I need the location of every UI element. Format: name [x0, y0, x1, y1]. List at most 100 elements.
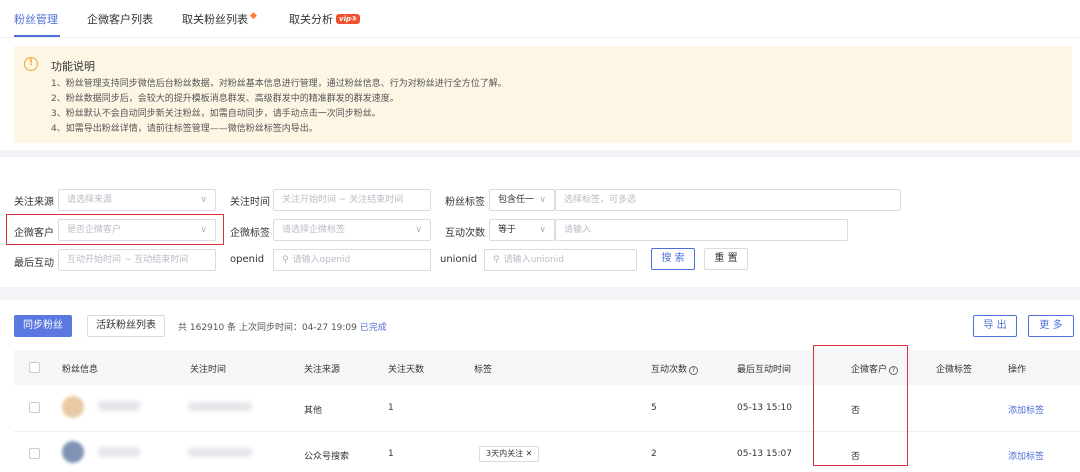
fan-tag-chip-label: 3天内关注 — [486, 449, 524, 458]
follow-time-placeholder: 关注开始时间 ~ 关注结束时间 — [282, 195, 404, 205]
fan-nickname — [98, 401, 140, 411]
search-icon: ⚲ — [493, 255, 500, 265]
tab-bar: 粉丝管理 企微客户列表 取关粉丝列表 ◆ 取关分析 vip③ — [0, 0, 1080, 38]
col-follow-source: 关注来源 — [304, 365, 341, 375]
chevron-down-icon: ∨ — [415, 225, 422, 235]
search-icon: ⚲ — [282, 255, 289, 265]
fan-tag-select[interactable]: 选择标签，可多选 — [555, 189, 901, 211]
interact-count-placeholder: 请输入 — [564, 225, 592, 235]
follow-days-value: 1 — [388, 403, 394, 413]
tab-wecom-customers[interactable]: 企微客户列表 — [87, 11, 153, 27]
col-fan-info: 粉丝信息 — [62, 365, 99, 375]
notice-title: 功能说明 — [51, 60, 95, 73]
wecom-tag-select[interactable]: 请选择企微标签 ∨ — [273, 219, 431, 241]
openid-label: openid — [230, 254, 265, 265]
wecom-tag-placeholder: 请选择企微标签 — [282, 225, 346, 235]
follow-time-value — [188, 402, 252, 411]
export-button[interactable]: 导 出 — [973, 315, 1017, 337]
follow-source-value: 其他 — [304, 406, 323, 416]
last-interact-value: 05-13 15:07 — [737, 449, 792, 459]
col-last-interact: 最后互动时间 — [737, 365, 792, 375]
fan-tag-label: 粉丝标签 — [445, 197, 485, 208]
interact-count-value: 2 — [651, 449, 657, 459]
table-panel: 同步粉丝 活跃粉丝列表 共 162910 条 上次同步时间：04-27 19:0… — [0, 300, 1080, 472]
chevron-down-icon: ∨ — [200, 195, 207, 205]
col-follow-time: 关注时间 — [190, 365, 227, 375]
row-checkbox[interactable] — [29, 402, 40, 413]
notice-line-4: 4、如需导出粉丝详情，请前往标签管理——微信粉丝标签内导出。 — [51, 124, 318, 134]
interact-count-input[interactable]: 请输入 — [555, 219, 848, 241]
fan-tag-placeholder: 选择标签，可多选 — [564, 195, 637, 205]
sync-summary: 共 162910 条 上次同步时间：04-27 19:09 已完成 — [178, 320, 387, 333]
last-interact-value: 05-13 15:10 — [737, 403, 792, 413]
avatar — [62, 396, 84, 418]
vip-badge: vip③ — [336, 14, 360, 24]
select-all-checkbox[interactable] — [29, 362, 40, 373]
close-icon[interactable]: ✕ — [526, 449, 533, 458]
hot-icon: ◆ — [250, 11, 257, 21]
fan-tag-mode-select[interactable]: 包含任一 ∨ — [489, 189, 555, 211]
active-fans-list-button[interactable]: 活跃粉丝列表 — [87, 315, 165, 337]
chevron-down-icon: ∨ — [539, 195, 546, 205]
table-header — [14, 350, 1080, 385]
openid-input[interactable]: ⚲ 请输入openid — [273, 249, 431, 271]
unionid-label: unionid — [440, 254, 478, 265]
col-interact-count-label: 互动次数 — [651, 365, 688, 375]
source-placeholder: 请选择来源 — [67, 195, 113, 205]
sync-status: 已完成 — [359, 323, 387, 333]
row-divider — [14, 431, 1080, 432]
last-interact-range[interactable]: 互动开始时间 ~ 互动结束时间 — [58, 249, 216, 271]
tab-fan-management[interactable]: 粉丝管理 — [14, 11, 58, 27]
col-follow-days: 关注天数 — [388, 365, 425, 375]
notice-line-1: 1、粉丝管理支持同步微信后台粉丝数据，对粉丝基本信息进行管理，通过粉丝信息、行为… — [51, 79, 507, 89]
tab-unfollowed-fans[interactable]: 取关粉丝列表 ◆ — [182, 11, 259, 27]
wecom-tag-label: 企微标签 — [230, 228, 270, 239]
interact-count-op-select[interactable]: 等于 ∨ — [489, 219, 555, 241]
fan-tag-mode-value: 包含任一 — [498, 195, 535, 205]
unionid-input[interactable]: ⚲ 请输入unionid — [484, 249, 637, 271]
active-tab-underline — [14, 35, 60, 37]
follow-time-value — [188, 448, 252, 457]
follow-time-label: 关注时间 — [230, 197, 270, 208]
chevron-down-icon: ∨ — [539, 225, 546, 235]
vip-badge-num: ③ — [350, 15, 357, 23]
tab-unfollow-analysis[interactable]: 取关分析 vip③ — [289, 11, 360, 27]
fan-nickname — [98, 447, 140, 457]
follow-days-value: 1 — [388, 449, 394, 459]
openid-placeholder: 请输入openid — [292, 255, 351, 265]
sync-summary-text: 共 162910 条 上次同步时间：04-27 19:09 — [178, 323, 357, 333]
vip-badge-text: vip — [339, 15, 351, 23]
col-wecom-tag: 企微标签 — [936, 365, 973, 375]
help-icon[interactable]: ? — [689, 366, 699, 375]
highlight-box-wecom-column — [813, 345, 908, 466]
interact-count-op-value: 等于 — [498, 225, 517, 235]
filter-panel: 关注来源 请选择来源 ∨ 关注时间 关注开始时间 ~ 关注结束时间 粉丝标签 包含… — [0, 157, 1080, 287]
source-select[interactable]: 请选择来源 ∨ — [58, 189, 216, 211]
tab-unfollowed-fans-label: 取关粉丝列表 — [182, 13, 248, 26]
info-icon: ! — [24, 57, 38, 71]
tab-unfollow-analysis-label: 取关分析 — [289, 13, 333, 26]
interact-count-value: 5 — [651, 403, 657, 413]
notice-line-3: 3、粉丝默认不会自动同步新关注粉丝，如需自动同步，请手动点击一次同步粉丝。 — [51, 109, 381, 119]
last-interact-label: 最后互动 — [14, 258, 54, 269]
col-interact-count: 互动次数? — [651, 362, 699, 375]
avatar — [62, 441, 84, 463]
interact-count-label: 互动次数 — [445, 228, 485, 239]
source-label: 关注来源 — [14, 197, 54, 208]
col-actions: 操作 — [1008, 365, 1027, 375]
follow-source-value: 公众号搜索 — [304, 452, 350, 462]
add-tag-link[interactable]: 添加标签 — [1008, 403, 1044, 416]
reset-button[interactable]: 重 置 — [704, 248, 748, 270]
fan-tag-chip: 3天内关注 ✕ — [479, 446, 540, 462]
sync-fans-button[interactable]: 同步粉丝 — [14, 315, 72, 337]
search-button[interactable]: 搜 索 — [651, 248, 695, 270]
last-interact-placeholder: 互动开始时间 ~ 互动结束时间 — [67, 255, 189, 265]
add-tag-link[interactable]: 添加标签 — [1008, 449, 1044, 462]
highlight-box-wecom-filter — [6, 214, 224, 245]
follow-time-range[interactable]: 关注开始时间 ~ 关注结束时间 — [273, 189, 431, 211]
more-button[interactable]: 更 多 — [1028, 315, 1074, 337]
feature-notice: ! 功能说明 1、粉丝管理支持同步微信后台粉丝数据，对粉丝基本信息进行管理，通过… — [14, 46, 1072, 143]
notice-line-2: 2、粉丝数据同步后，会较大的提升模板消息群发、高级群发中的精准群发的群发速度。 — [51, 94, 399, 104]
row-checkbox[interactable] — [29, 448, 40, 459]
fan-management-page: 粉丝管理 企微客户列表 取关粉丝列表 ◆ 取关分析 vip③ ! 功能说明 1、粉丝… — [0, 0, 1080, 472]
